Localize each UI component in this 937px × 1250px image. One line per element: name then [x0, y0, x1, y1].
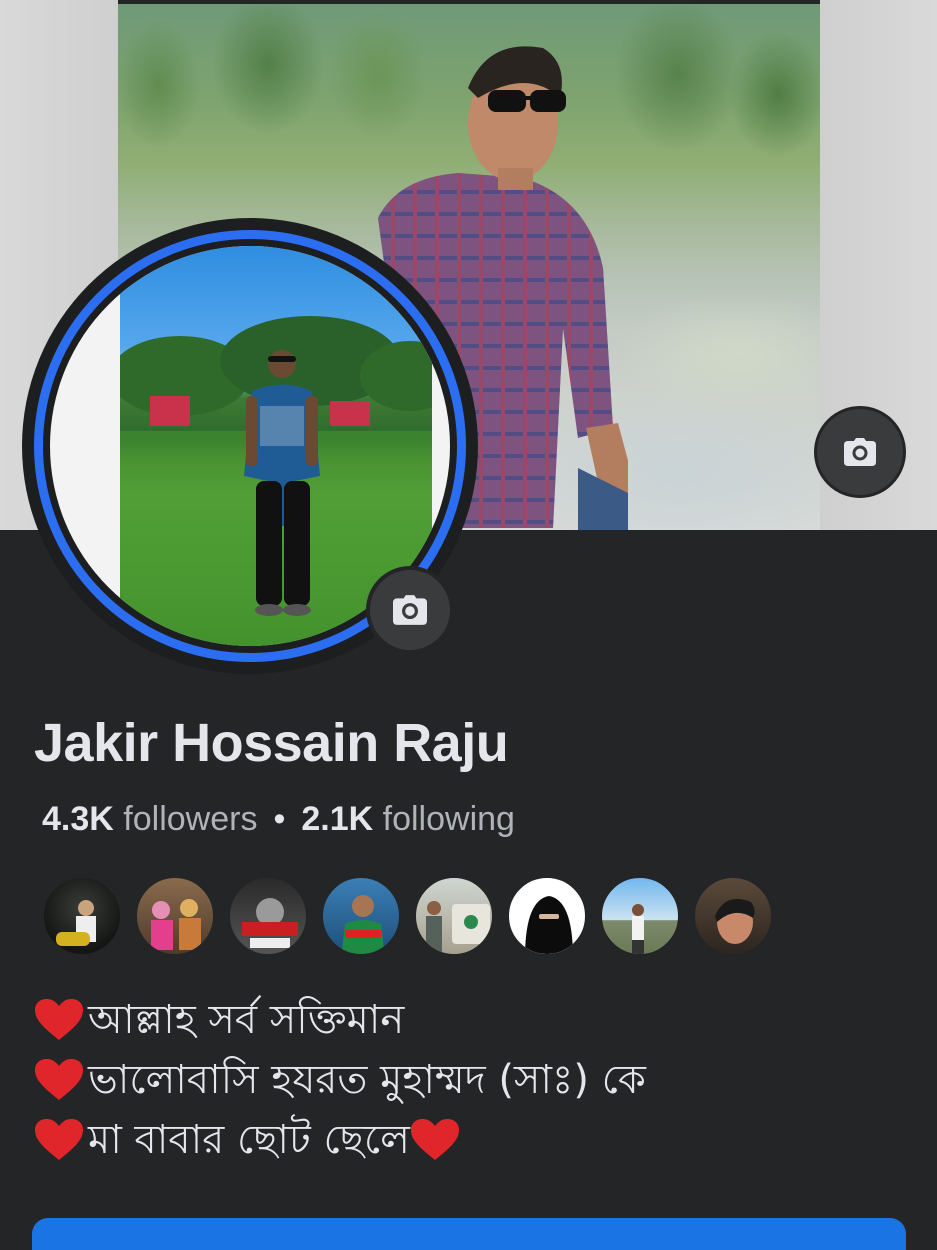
following-link[interactable]: 2.1K following [301, 800, 515, 838]
bio-text: আল্লাহ সর্ব সক্তিমান [88, 997, 405, 1043]
mutual-friends-avatars[interactable] [42, 876, 773, 956]
camera-icon [393, 595, 427, 625]
friend-avatar[interactable] [42, 876, 122, 956]
followers-label: followers [123, 800, 258, 838]
followers-link[interactable]: 4.3K followers [42, 800, 257, 838]
followers-count: 4.3K [42, 800, 114, 838]
heart-icon [35, 1119, 83, 1160]
profile-bio: আল্লাহ সর্ব সক্তিমান ভালোবাসি হযরত মুহাম… [34, 990, 646, 1170]
bio-line: ভালোবাসি হযরত মুহাম্মদ (সাঃ) কে [34, 1050, 646, 1110]
heart-icon [410, 1119, 459, 1160]
friend-avatar[interactable] [507, 876, 587, 956]
profile-name: Jakir Hossain Raju [34, 713, 509, 773]
following-label: following [382, 800, 515, 838]
follow-stats: 4.3K followers • 2.1K following [42, 800, 515, 839]
bio-line: মা বাবার ছোট ছেলে [34, 1110, 646, 1170]
friend-avatar[interactable] [135, 876, 215, 956]
edit-profile-picture-button[interactable] [366, 566, 454, 654]
friend-avatar[interactable] [321, 876, 401, 956]
following-count: 2.1K [301, 800, 374, 838]
friend-avatar[interactable] [228, 876, 308, 956]
bio-text: ভালোবাসি হযরত মুহাম্মদ (সাঃ) কে [88, 1057, 646, 1103]
friend-avatar[interactable] [693, 876, 773, 956]
bio-line: আল্লাহ সর্ব সক্তিমান [34, 990, 646, 1050]
stats-separator: • [273, 800, 286, 838]
profile-page: Jakir Hossain Raju 4.3K followers • 2.1K f… [0, 0, 937, 1250]
camera-icon [844, 438, 876, 466]
primary-action-button[interactable] [32, 1218, 906, 1250]
bio-text: মা বাবার ছোট ছেলে [88, 1117, 410, 1163]
heart-icon [35, 999, 83, 1040]
edit-cover-photo-button[interactable] [814, 406, 906, 498]
friend-avatar[interactable] [600, 876, 680, 956]
heart-icon [35, 1059, 83, 1100]
friend-avatar[interactable] [414, 876, 494, 956]
